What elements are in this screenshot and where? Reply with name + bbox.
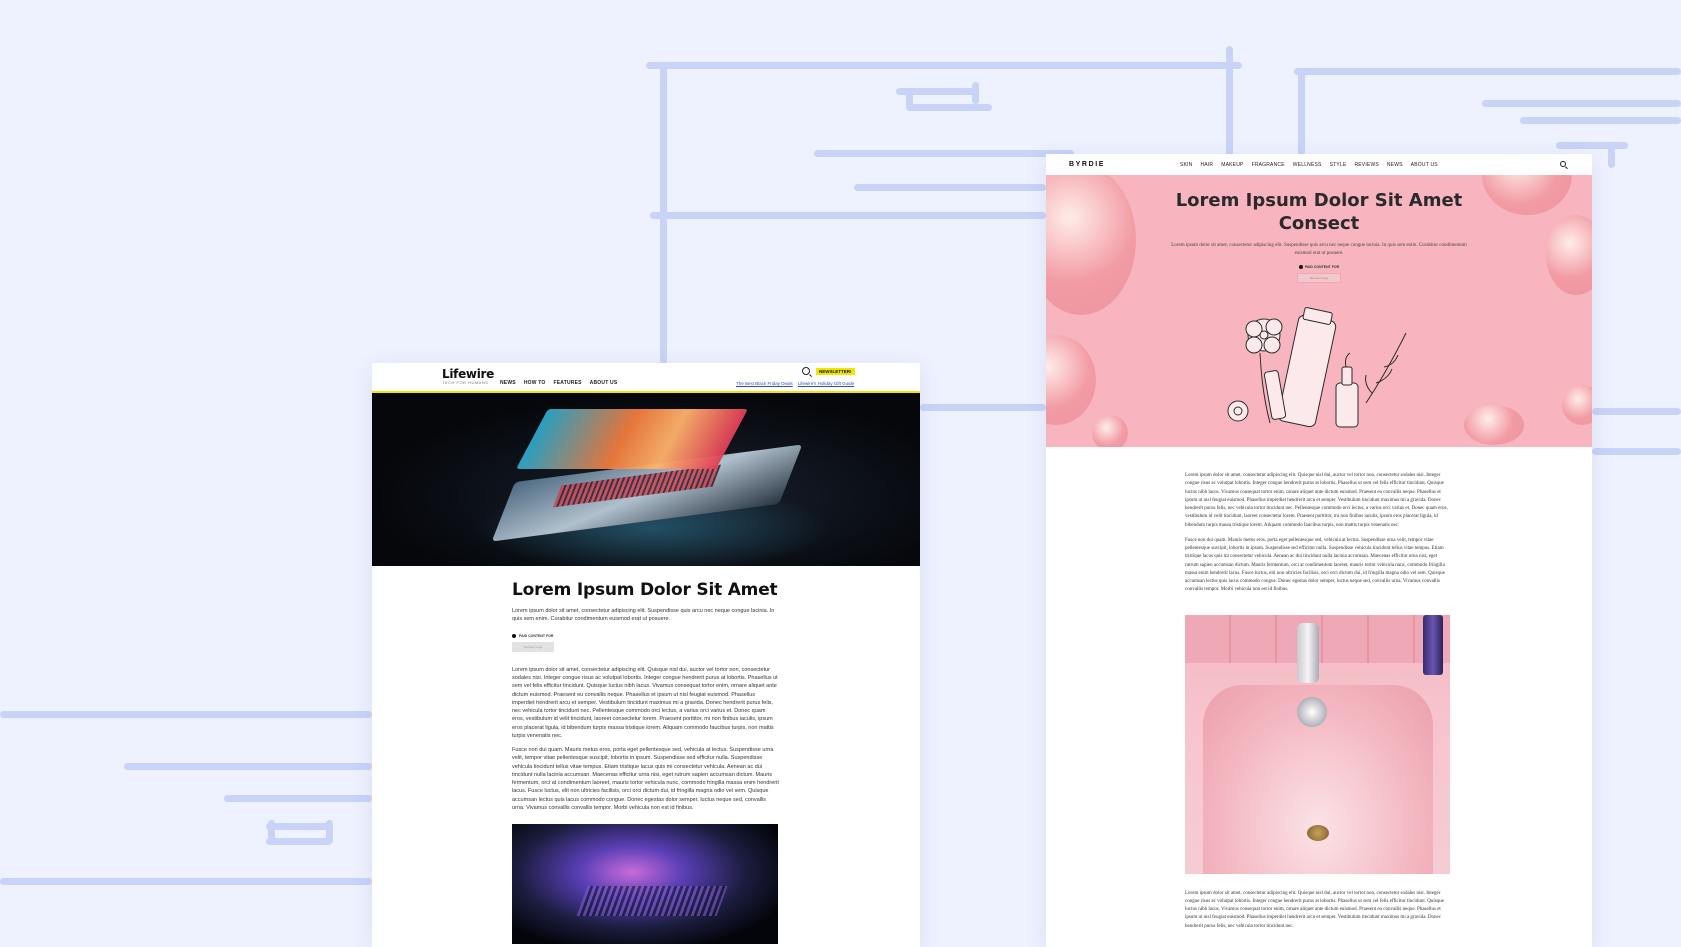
lifewire-nav: NEWS HOW TO FEATURES ABOUT US bbox=[500, 380, 617, 386]
nav-style[interactable]: STYLE bbox=[1330, 162, 1347, 168]
paragraph: Fusce non dui quam. Mauris metus eros, p… bbox=[1185, 537, 1445, 593]
sponsor-byline: PAID CONTENT FOR bbox=[512, 633, 782, 638]
byrdie-header: BYRDIE SKIN HAIR MAKEUP FRAGRANCE WELLNE… bbox=[1046, 154, 1592, 175]
nav-about-us[interactable]: ABOUT US bbox=[590, 380, 618, 386]
article-image-laptop bbox=[512, 824, 778, 945]
article-subtitle: Lorem ipsum dolor sit amet, consectetur … bbox=[512, 608, 775, 622]
newsletter-button[interactable]: NEWSLETTER! bbox=[816, 368, 855, 375]
hero-image-laptop bbox=[372, 393, 920, 566]
nav-news[interactable]: NEWS bbox=[1387, 162, 1403, 168]
nav-skin[interactable]: SKIN bbox=[1180, 162, 1192, 168]
sponsor-byline: PAID CONTENT FOR bbox=[1046, 264, 1592, 269]
paragraph: Lorem ipsum dolor sit amet, consectetur … bbox=[1185, 890, 1444, 929]
byrdie-hero: Lorem Ipsum Dolor Sit Amet Consect Lorem… bbox=[1046, 175, 1592, 447]
nav-how-to[interactable]: HOW TO bbox=[524, 380, 546, 386]
skincare-sketch-illustration bbox=[1227, 307, 1407, 428]
nav-reviews[interactable]: REVIEWS bbox=[1354, 162, 1378, 168]
nav-hair[interactable]: HAIR bbox=[1200, 162, 1213, 168]
article-image-pink-bathtub bbox=[1185, 614, 1450, 874]
link-black-friday[interactable]: The Best Black Friday Deals bbox=[736, 381, 793, 386]
byrdie-page-preview: BYRDIE SKIN HAIR MAKEUP FRAGRANCE WELLNE… bbox=[1046, 154, 1592, 947]
article-body: Lorem ipsum dolor sit amet, consectetur … bbox=[1046, 447, 1592, 931]
nav-fragrance[interactable]: FRAGRANCE bbox=[1252, 162, 1285, 168]
promo-links: The Best Black Friday Deals Lifewire's H… bbox=[736, 381, 854, 386]
article-subtitle: Lorem ipsum dolor sit amet, consectetur … bbox=[1171, 242, 1467, 256]
link-gift-guide[interactable]: Lifewire's Holiday Gift Guide bbox=[798, 381, 854, 386]
lifewire-page-preview: Lifewire TECH FOR HUMANS NEWS HOW TO FEA… bbox=[372, 363, 920, 947]
nav-about-us[interactable]: ABOUT US bbox=[1411, 162, 1438, 168]
article-title: Lorem Ipsum Dolor Sit Amet bbox=[512, 580, 778, 600]
lifewire-header: Lifewire TECH FOR HUMANS NEWS HOW TO FEA… bbox=[372, 363, 920, 393]
lifewire-logo[interactable]: Lifewire TECH FOR HUMANS bbox=[442, 367, 494, 385]
search-icon[interactable] bbox=[802, 367, 810, 375]
nav-makeup[interactable]: MAKEUP bbox=[1221, 162, 1243, 168]
nav-features[interactable]: FEATURES bbox=[553, 380, 581, 386]
sponsor-logo-placeholder[interactable]: Sponsor Logo bbox=[512, 641, 554, 652]
sponsor-icon bbox=[1298, 264, 1303, 269]
paragraph: Lorem ipsum dolor sit amet, consectetur … bbox=[512, 666, 778, 739]
nav-wellness[interactable]: WELLNESS bbox=[1293, 162, 1322, 168]
search-icon[interactable] bbox=[1560, 161, 1566, 167]
sponsor-icon bbox=[512, 633, 516, 638]
sponsor-logo-placeholder[interactable]: Sponsor Logo bbox=[1297, 272, 1341, 283]
article-body: Lorem Ipsum Dolor Sit Amet Lorem ipsum d… bbox=[372, 566, 782, 945]
article-title: Lorem Ipsum Dolor Sit Amet Consect bbox=[1175, 190, 1463, 235]
byrdie-nav: SKIN HAIR MAKEUP FRAGRANCE WELLNESS STYL… bbox=[1180, 162, 1438, 168]
nav-news[interactable]: NEWS bbox=[500, 380, 516, 386]
byrdie-logo[interactable]: BYRDIE bbox=[1069, 161, 1105, 168]
paragraph: Lorem ipsum dolor sit amet, consectetur … bbox=[1185, 473, 1448, 528]
paragraph: Fusce non dui quam. Mauris metus eros, p… bbox=[512, 747, 779, 811]
